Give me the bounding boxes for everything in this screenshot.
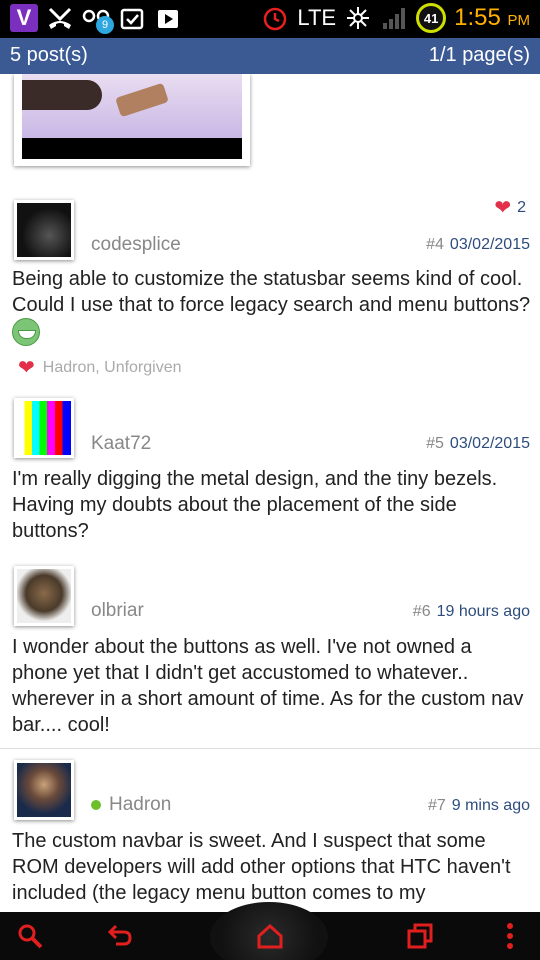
avatar[interactable] [14,760,74,820]
search-icon[interactable] [0,912,60,960]
recents-icon[interactable] [390,912,450,960]
thread-header-bar: 5 post(s) 1/1 page(s) [0,38,540,74]
notification-count-badge: 9 [96,16,114,34]
signal-icon [380,4,408,32]
clipboard-check-icon [118,4,146,32]
post-meta: #7 9 mins ago [428,797,530,815]
alarm-icon [261,4,289,32]
home-icon[interactable] [240,912,300,960]
back-icon[interactable] [90,912,150,960]
online-status-dot [91,799,101,810]
likes-count[interactable]: ❤ 2 [494,198,526,218]
post-body: The custom navbar is sweet. And I suspec… [12,830,511,904]
avatar[interactable] [14,200,74,260]
post-meta: #4 03/02/2015 [426,236,530,254]
post-number: #4 [426,236,444,253]
play-store-icon [154,4,182,32]
post-image [22,74,242,138]
avatar[interactable] [14,398,74,458]
navigation-bar [0,902,540,960]
post-body: I wonder about the buttons as well. I've… [12,636,524,736]
liked-by[interactable]: ❤ Hadron, Unforgiven [18,358,182,378]
divider [0,748,540,749]
pagination-label[interactable]: 1/1 page(s) [429,44,530,67]
app-notification-icon: V [10,4,38,32]
post-date: 19 hours ago [436,603,530,620]
avatar[interactable] [14,566,74,626]
heart-icon: ❤ [494,197,512,219]
post-body: I'm really digging the metal design, and… [12,468,498,542]
clock: 1:55 PM [454,4,530,31]
post-image-thumbnail[interactable] [14,74,250,166]
username[interactable]: olbriar [91,600,144,622]
post-body: Being able to customize the statusbar se… [12,266,532,346]
data-activity-icon [344,4,372,32]
post-date: 9 mins ago [451,797,530,814]
post-date: 03/02/2015 [449,435,530,452]
missed-call-icon [46,4,74,32]
battery-indicator: 41 [416,3,447,33]
post-date: 03/02/2015 [449,236,530,253]
post-meta: #6 19 hours ago [413,603,530,621]
status-bar: V 9 LTE 41 1:55 PM [0,0,540,38]
username[interactable]: Kaat72 [91,433,151,455]
network-type: LTE [297,5,337,30]
posts-count: 5 post(s) [10,44,88,66]
post-number: #7 [427,797,446,814]
post-meta: #5 03/02/2015 [426,435,530,453]
post-number: #6 [412,603,431,620]
username[interactable]: Hadron [91,794,171,816]
grin-emoji-icon [12,318,40,346]
heart-icon: ❤ [18,357,35,379]
overflow-menu-icon[interactable] [480,912,540,960]
post-number: #5 [426,435,444,452]
post-list[interactable]: ❤ 2 codesplice #4 03/02/2015 Being able t… [0,74,540,912]
username[interactable]: codesplice [91,234,181,256]
voicemail-icon: 9 [82,4,114,34]
